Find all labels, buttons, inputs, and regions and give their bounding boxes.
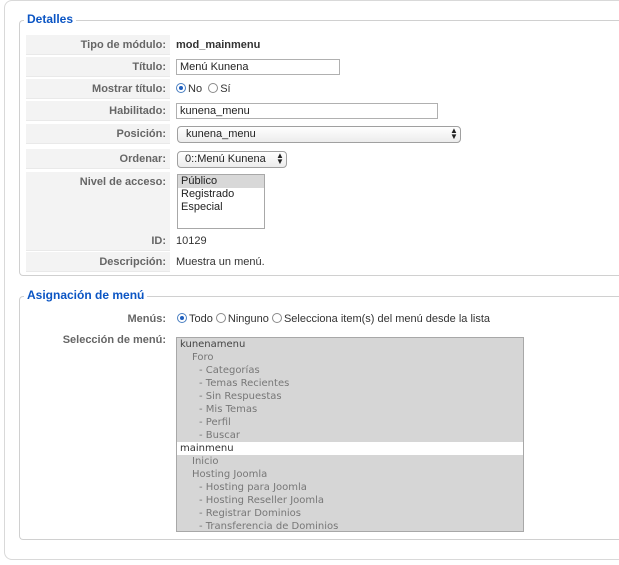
menu-option[interactable]: Inicio [177, 455, 523, 468]
radio-selecciona[interactable]: Selecciona item(s) del menú desde la lis… [271, 313, 491, 325]
access-option-especial[interactable]: Especial [178, 201, 264, 214]
row-order: Ordenar: 0::Menú Kunena ▲ ▼ [26, 149, 619, 169]
position-select[interactable]: kunena_menu ▲ ▼ [177, 126, 461, 143]
module-type-label: Tipo de módulo: [26, 35, 170, 55]
module-type-value: mod_mainmenu [176, 39, 261, 51]
menu-assignment-fieldset: Asignación de menú Menús: Todo Ninguno S… [19, 288, 619, 540]
radio-no-icon [176, 83, 186, 93]
position-label: Posición: [26, 124, 170, 144]
menu-option[interactable]: - Transferencia de Dominios [177, 520, 523, 531]
position-select-value: kunena_menu [186, 128, 256, 140]
row-id: ID: 10129 [26, 231, 619, 251]
radio-si-label: Sí [220, 83, 231, 95]
radio-todo-icon [177, 313, 187, 323]
menu-option[interactable]: mainmenu [177, 442, 523, 455]
id-value: 10129 [176, 235, 207, 247]
menu-option[interactable]: - Mis Temas [177, 403, 523, 416]
details-fieldset: Detalles Tipo de módulo: mod_mainmenu Tí… [19, 12, 619, 276]
updown-arrow-icon: ▲ ▼ [276, 151, 284, 166]
menu-option[interactable]: - Sin Respuestas [177, 390, 523, 403]
menu-option[interactable]: - Hosting Reseller Joomla [177, 494, 523, 507]
row-enabled: Habilitado: [26, 101, 619, 121]
radio-si[interactable]: Sí [208, 83, 231, 95]
details-legend: Detalles [24, 12, 77, 26]
title-input[interactable] [176, 59, 340, 75]
radio-ninguno-label: Ninguno [227, 313, 269, 325]
row-show-title: Mostrar título: No Sí [26, 79, 619, 99]
enabled-label: Habilitado: [26, 101, 170, 121]
access-option-publico[interactable]: Público [178, 175, 264, 188]
menu-option[interactable]: - Perfil [177, 416, 523, 429]
menu-option[interactable]: Hosting Joomla [177, 468, 523, 481]
radio-si-icon [208, 83, 219, 93]
access-listbox[interactable]: Público Registrado Especial [177, 174, 265, 229]
row-title: Título: [26, 57, 619, 77]
menu-option[interactable]: Foro [177, 351, 523, 364]
title-label: Título: [26, 57, 170, 77]
menu-option[interactable]: kunenamenu [177, 338, 523, 351]
radio-ninguno[interactable]: Ninguno [215, 313, 269, 325]
menus-radios: Todo Ninguno Selecciona item(s) del menú… [177, 309, 490, 329]
row-menus: Menús: Todo Ninguno Selecciona item(s) d… [26, 309, 619, 329]
menu-option[interactable]: - Categorías [177, 364, 523, 377]
enabled-input[interactable] [176, 103, 438, 119]
description-value: Muestra un menú. [176, 256, 265, 268]
radio-todo-label: Todo [189, 313, 213, 325]
radio-no[interactable]: No [176, 83, 202, 95]
updown-arrow-icon: ▲ ▼ [450, 126, 458, 141]
row-module-type: Tipo de módulo: mod_mainmenu [26, 35, 619, 55]
row-description: Descripción: Muestra un menú. [26, 252, 619, 272]
order-select-value: 0::Menú Kunena [185, 153, 266, 165]
description-label: Descripción: [26, 252, 170, 272]
radio-no-label: No [188, 83, 203, 95]
menu-option[interactable]: - Hosting para Joomla [177, 481, 523, 494]
access-label: Nivel de acceso: [26, 172, 170, 232]
menu-option[interactable]: - Temas Recientes [177, 377, 523, 390]
show-title-radios: No Sí [176, 79, 231, 99]
radio-ninguno-icon [215, 313, 226, 323]
menus-label: Menús: [26, 309, 170, 329]
id-label: ID: [26, 231, 170, 251]
menu-selection-listbox[interactable]: kunenamenu Foro - Categorías - Temas Recien… [176, 337, 524, 532]
show-title-label: Mostrar título: [26, 79, 170, 99]
menu-assignment-legend: Asignación de menú [24, 288, 148, 302]
row-access: Nivel de acceso: Público Registrado Espe… [26, 172, 619, 232]
radio-selecciona-icon [271, 313, 282, 323]
radio-selecciona-label: Selecciona item(s) del menú desde la lis… [283, 313, 491, 325]
order-select[interactable]: 0::Menú Kunena ▲ ▼ [177, 151, 287, 168]
menu-selection-label: Selección de menú: [26, 332, 170, 532]
menu-option[interactable]: - Buscar [177, 429, 523, 442]
order-label: Ordenar: [26, 149, 170, 169]
radio-todo[interactable]: Todo [177, 313, 213, 325]
access-option-registrado[interactable]: Registrado [178, 188, 264, 201]
menu-option[interactable]: - Registrar Dominios [177, 507, 523, 520]
row-position: Posición: kunena_menu ▲ ▼ [26, 124, 619, 144]
